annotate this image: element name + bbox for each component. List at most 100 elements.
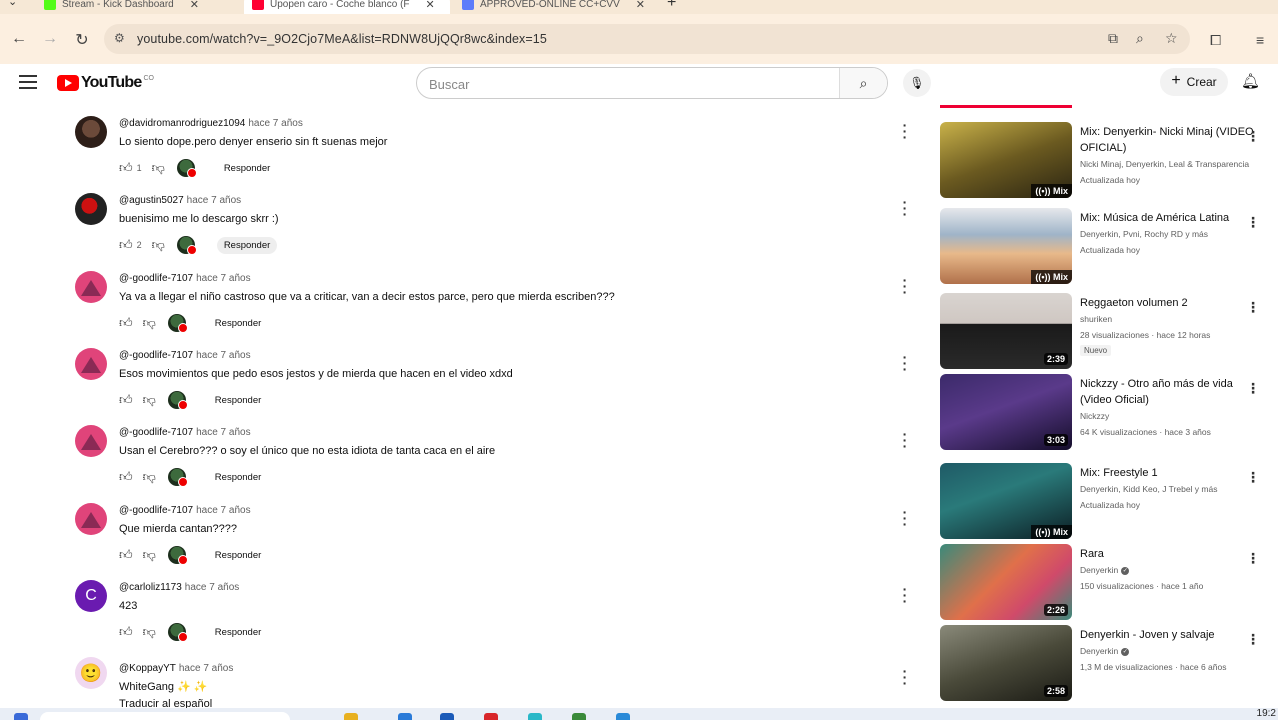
channel-name[interactable]: Nickzzy (1080, 408, 1260, 424)
video-thumbnail[interactable]: ((•)) Mix (940, 208, 1072, 284)
comment-time[interactable]: hace 7 años (196, 273, 251, 284)
reply-button[interactable]: Responder (208, 624, 268, 641)
app-icon[interactable] (528, 713, 542, 720)
comment-time[interactable]: hace 7 años (185, 582, 240, 593)
avatar[interactable] (75, 425, 107, 457)
channel-name[interactable]: Nicki Minaj, Denyerkin, Leal & Transpare… (1080, 156, 1260, 172)
video-more-icon[interactable]: ⋮ (1246, 469, 1260, 486)
thumbs-down-icon[interactable]: 👎︎ (152, 160, 165, 176)
thumbs-down-icon[interactable]: 👎︎ (143, 315, 156, 331)
comment-more-icon[interactable]: · · · (900, 273, 910, 299)
avatar[interactable] (75, 193, 107, 225)
app-icon[interactable] (572, 713, 586, 720)
channel-name[interactable]: Denyerkin ✓ (1080, 562, 1260, 578)
comment-more-icon[interactable]: · · · (900, 664, 910, 690)
channel-name[interactable]: Denyerkin, Pvni, Rochy RD y más (1080, 226, 1260, 242)
recommendation-item[interactable]: ((•)) Mix Mix: Denyerkin- Nicki Minaj (V… (940, 122, 1270, 202)
video-title[interactable]: Nickzzy - Otro año más de vida (Video Of… (1080, 376, 1258, 408)
video-thumbnail[interactable]: ((•)) Mix (940, 122, 1072, 198)
comment-more-icon[interactable]: · · · (900, 582, 910, 608)
comment-more-icon[interactable]: · · · (900, 195, 910, 221)
video-thumbnail[interactable]: 2:26 (940, 544, 1072, 620)
recommendation-item[interactable]: ((•)) Mix Mix: Música de América Latina … (940, 208, 1270, 288)
comment-time[interactable]: hace 7 años (248, 118, 303, 129)
comment-time[interactable]: hace 7 años (187, 195, 242, 206)
avatar[interactable] (75, 116, 107, 148)
reply-button[interactable]: Responder (208, 547, 268, 564)
forward-arrow-icon[interactable]: → (40, 30, 60, 48)
file-explorer-icon[interactable] (344, 713, 358, 720)
create-button[interactable]: + Crear (1160, 68, 1228, 96)
video-more-icon[interactable]: ⋮ (1246, 631, 1260, 648)
video-title[interactable]: Denyerkin - Joven y salvaje (1080, 627, 1258, 643)
reply-button[interactable]: Responder (216, 236, 278, 254)
close-tab-icon[interactable]: ✕ (190, 0, 199, 11)
browser-app-icon[interactable] (398, 713, 412, 720)
video-thumbnail[interactable]: 2:39 (940, 293, 1072, 369)
recommendation-item[interactable]: 2:39 Reggaeton volumen 2 shuriken 28 vis… (940, 293, 1270, 373)
avatar[interactable] (75, 271, 107, 303)
browser-menu-icon[interactable]: ≡ (1256, 32, 1264, 48)
recommendation-item[interactable]: ((•)) Mix Mix: Freestyle 1 Denyerkin, Ki… (940, 463, 1270, 543)
comment-author[interactable]: @-goodlife-7107 (119, 505, 193, 516)
comment-more-icon[interactable]: · · · (900, 505, 910, 531)
video-thumbnail[interactable]: 2:58 (940, 625, 1072, 701)
comment-author[interactable]: @-goodlife-7107 (119, 273, 193, 284)
reload-icon[interactable]: ↻ (72, 30, 92, 50)
video-title[interactable]: Reggaeton volumen 2 (1080, 295, 1258, 311)
reply-button[interactable]: Responder (208, 469, 268, 486)
recommendation-item[interactable]: 3:03 Nickzzy - Otro año más de vida (Vid… (940, 374, 1270, 454)
tab-list-chevron-icon[interactable]: ⌄ (8, 0, 17, 8)
video-title[interactable]: Mix: Denyerkin- Nicki Minaj (VIDEO OFICI… (1080, 124, 1258, 156)
reply-button[interactable]: Responder (208, 315, 268, 332)
comment-time[interactable]: hace 7 años (196, 350, 251, 361)
comment-more-icon[interactable]: · · · (900, 118, 910, 144)
app-icon[interactable] (484, 713, 498, 720)
video-more-icon[interactable]: ⋮ (1246, 214, 1260, 231)
app-icon[interactable] (616, 713, 630, 720)
thumbs-down-icon[interactable]: 👎︎ (143, 469, 156, 485)
avatar[interactable] (75, 503, 107, 535)
thumbs-down-icon[interactable]: 👎︎ (143, 547, 156, 563)
browser-tab[interactable]: APPROVED-ONLINE CC+CVV ✕ (454, 0, 659, 14)
search-box[interactable]: Buscar ⌕ (416, 67, 888, 99)
avatar[interactable]: C (75, 580, 107, 612)
close-tab-icon[interactable]: ✕ (636, 0, 645, 11)
start-menu-icon[interactable] (14, 713, 28, 720)
thumbs-up-icon[interactable]: 👍︎ (119, 160, 133, 176)
video-more-icon[interactable]: ⋮ (1246, 299, 1260, 316)
comment-author[interactable]: @KoppayYT (119, 663, 176, 674)
thumbs-down-icon[interactable]: 👎︎ (143, 624, 156, 640)
video-more-icon[interactable]: ⋮ (1246, 550, 1260, 567)
thumbs-up-icon[interactable]: 👍︎ (119, 469, 133, 485)
reply-button[interactable]: Responder (208, 392, 268, 409)
comment-author[interactable]: @davidromanrodriguez1094 (119, 118, 245, 129)
video-thumbnail[interactable]: ((•)) Mix (940, 463, 1072, 539)
comment-author[interactable]: @agustin5027 (119, 195, 184, 206)
channel-name[interactable]: shuriken (1080, 311, 1260, 327)
hamburger-menu-icon[interactable] (19, 75, 37, 89)
avatar[interactable] (75, 348, 107, 380)
avatar[interactable]: 🙂 (75, 657, 107, 689)
comment-author[interactable]: @carloliz1173 (119, 582, 182, 593)
app-icon[interactable] (440, 713, 454, 720)
channel-name[interactable]: Denyerkin ✓ (1080, 643, 1260, 659)
notifications-bell-icon[interactable]: 🔔︎ (1241, 72, 1260, 90)
search-input[interactable]: Buscar (429, 77, 469, 92)
recommendation-item[interactable]: 2:26 Rara Denyerkin ✓ 150 visualizaciones… (940, 544, 1270, 624)
video-thumbnail[interactable]: 3:03 (940, 374, 1072, 450)
install-app-icon[interactable]: ⧉ (1108, 30, 1118, 47)
back-arrow-icon[interactable]: ← (9, 30, 29, 48)
url-text[interactable]: youtube.com/watch?v=_9O2Cjo7MeA&list=RDN… (137, 32, 547, 46)
extensions-icon[interactable]: ⧠ (1210, 32, 1221, 49)
comment-author[interactable]: @-goodlife-7107 (119, 350, 193, 361)
taskbar-clock[interactable]: 19:2 (1257, 708, 1276, 719)
search-button-icon[interactable]: ⌕ (839, 68, 887, 98)
thumbs-up-icon[interactable]: 👍︎ (119, 547, 133, 563)
video-title[interactable]: Mix: Música de América Latina (1080, 210, 1258, 226)
channel-name[interactable]: Denyerkin, Kidd Keo, J Trebel y más (1080, 481, 1260, 497)
close-tab-icon[interactable]: ✕ (426, 0, 435, 11)
comment-author[interactable]: @-goodlife-7107 (119, 427, 193, 438)
comment-more-icon[interactable]: · · · (900, 350, 910, 376)
recommendation-item[interactable]: 2:58 Denyerkin - Joven y salvaje Denyerk… (940, 625, 1270, 705)
